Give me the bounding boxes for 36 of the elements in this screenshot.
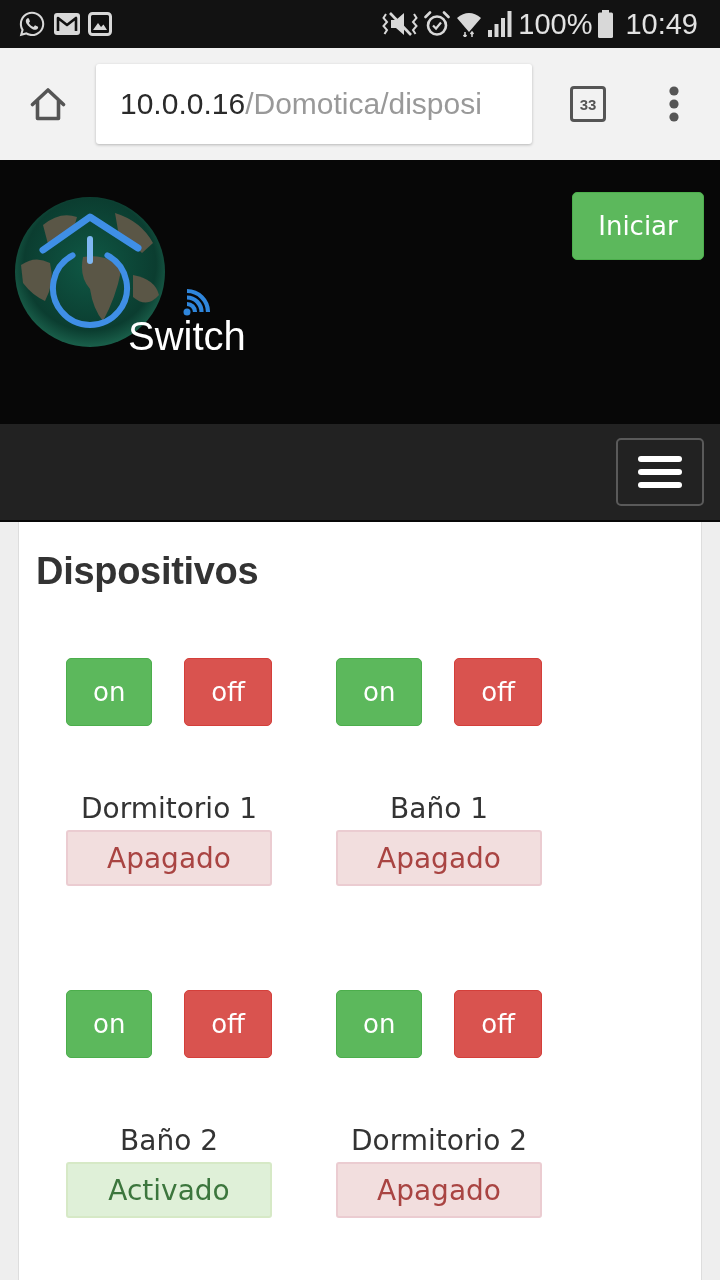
device-status: Apagado [66,830,272,886]
menu-icon [638,456,682,488]
mute-icon [382,10,419,38]
wifi-icon [456,11,483,37]
more-options-icon[interactable] [668,86,680,122]
off-button[interactable]: off [454,990,542,1058]
off-button[interactable]: off [184,658,272,726]
battery-percentage: 100% [518,7,593,41]
menu-button[interactable] [616,438,704,506]
device-status: Apagado [336,830,542,886]
mail-icon [54,13,80,35]
device-name: Dormitorio 2 [350,1124,528,1158]
logo-text: Switch [128,316,246,356]
page-title: Dispositivos [36,550,260,592]
off-button[interactable]: off [454,658,542,726]
device-name: Dormitorio 1 [80,792,258,826]
on-button[interactable]: on [66,990,153,1058]
device-name: Baño 2 [119,1124,219,1158]
home-icon[interactable] [30,87,66,121]
battery-icon [598,10,614,38]
image-icon [88,12,112,36]
chat-phone-icon [18,10,46,38]
login-button[interactable]: Iniciar [572,192,704,260]
device-status: Apagado [336,1162,542,1218]
signal-icon [488,11,513,37]
on-button[interactable]: on [336,658,423,726]
on-button[interactable]: on [66,658,153,726]
tab-count-button[interactable]: 33 [570,86,606,122]
on-button[interactable]: on [336,990,423,1058]
wifi-signal-icon [182,288,212,316]
clock-time: 10:49 [625,7,698,41]
alarm-icon [424,11,451,37]
url-field[interactable]: 10.0.0.16/Domotica/disposi [96,64,532,144]
device-name: Baño 1 [389,792,489,826]
device-status: Activado [66,1162,272,1218]
off-button[interactable]: off [184,990,272,1058]
